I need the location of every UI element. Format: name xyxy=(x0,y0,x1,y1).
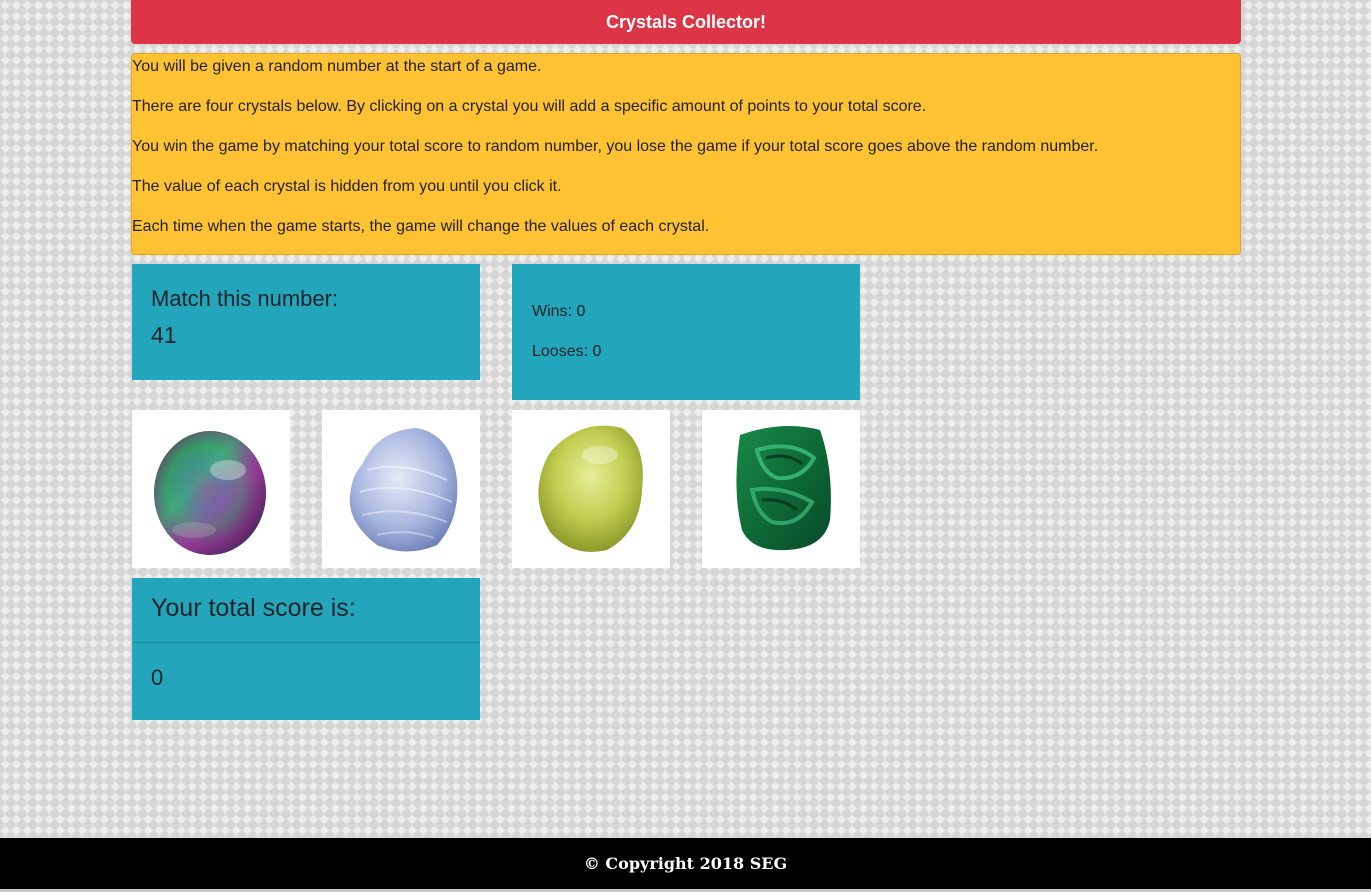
target-number: 41 xyxy=(151,322,177,348)
blue-lace-agate-crystal-icon xyxy=(349,428,458,552)
malachite-crystal-icon xyxy=(736,426,831,551)
target-number-panel: Match this number: 41 xyxy=(132,264,480,380)
instruction-line: Each time when the game starts, the game… xyxy=(132,218,710,235)
fluorite-crystal-icon xyxy=(154,431,266,555)
crystal-button-1[interactable] xyxy=(132,410,290,568)
target-label: Match this number: xyxy=(151,286,339,311)
crystal-button-4[interactable] xyxy=(702,410,860,568)
instructions-panel: You will be given a random number at the… xyxy=(131,53,1241,255)
losses-count: Looses: 0 xyxy=(532,343,602,360)
instruction-line: You win the game by matching your total … xyxy=(132,138,1099,155)
crystal-button-2[interactable] xyxy=(322,410,480,568)
crystal-button-3[interactable] xyxy=(512,410,670,568)
game-title: Crystals Collector! xyxy=(605,11,767,32)
total-score-panel: Your total score is: 0 xyxy=(132,578,480,720)
score-label: Your total score is: xyxy=(151,594,356,622)
stats-panel: Wins: 0 Looses: 0 xyxy=(512,264,860,400)
score-value: 0 xyxy=(151,665,164,690)
game-title-banner: Crystals Collector! xyxy=(131,0,1241,44)
instruction-line: You will be given a random number at the… xyxy=(132,58,542,75)
serpentine-crystal-icon xyxy=(538,425,643,552)
score-divider xyxy=(132,642,480,643)
wins-count: Wins: 0 xyxy=(532,303,586,320)
copyright-text: © Copyright 2018 SEG xyxy=(583,854,788,873)
instruction-line: The value of each crystal is hidden from… xyxy=(132,178,562,195)
instruction-line: There are four crystals below. By clicki… xyxy=(132,98,927,115)
footer: © Copyright 2018 SEG xyxy=(0,838,1371,889)
